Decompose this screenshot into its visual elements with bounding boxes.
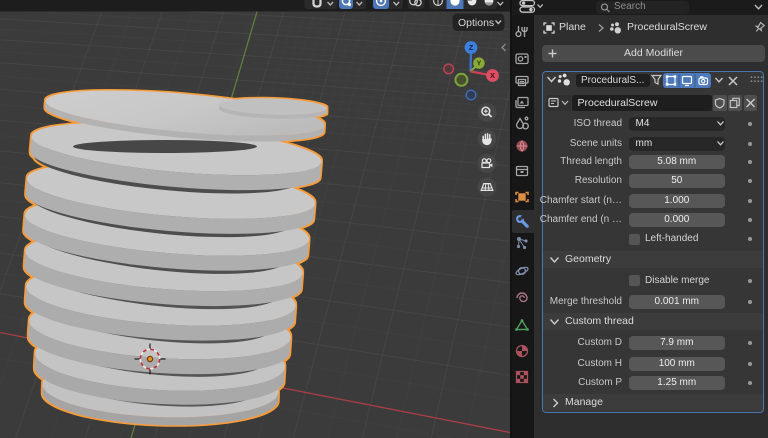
svg-text:Options: Options bbox=[458, 17, 494, 29]
svg-text:Y: Y bbox=[477, 61, 482, 68]
svg-text:Z: Z bbox=[469, 43, 474, 52]
svg-text:X: X bbox=[490, 71, 495, 80]
